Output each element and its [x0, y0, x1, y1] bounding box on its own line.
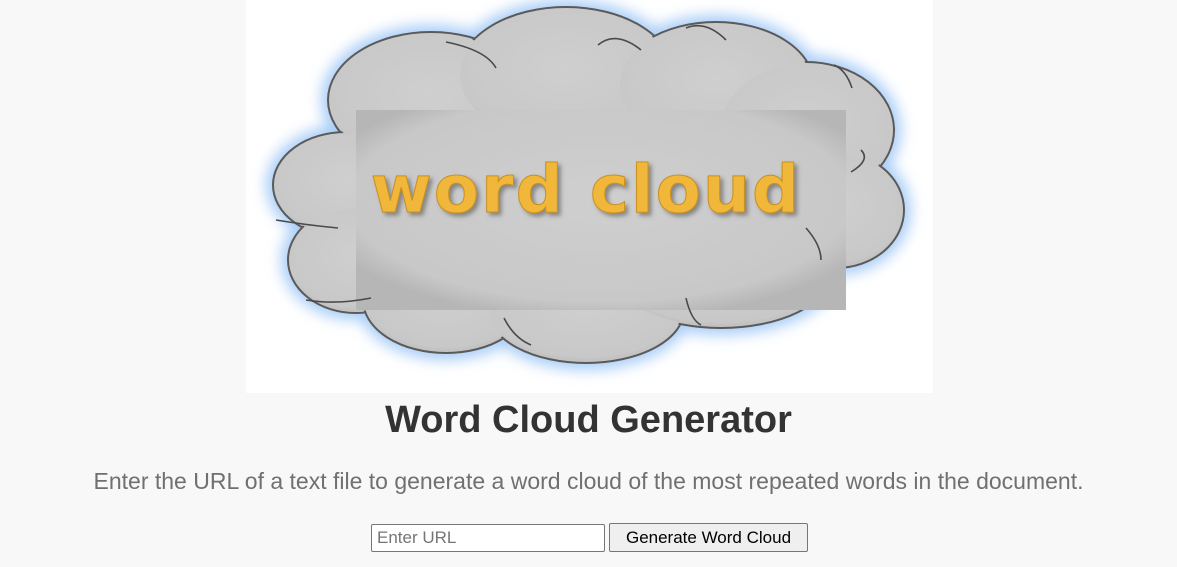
page-description: Enter the URL of a text file to generate… — [93, 468, 1084, 494]
url-form: Generate Word Cloud — [371, 523, 808, 552]
word-cloud-logo: word cloud — [266, 0, 911, 370]
generate-word-cloud-button[interactable]: Generate Word Cloud — [609, 523, 808, 552]
hero-image: word cloud — [246, 0, 933, 393]
logo-text: word cloud — [371, 151, 801, 228]
page: word cloud Word Cloud Generator Enter th… — [0, 0, 1177, 567]
page-title: Word Cloud Generator — [385, 399, 792, 441]
url-input[interactable] — [371, 523, 605, 552]
